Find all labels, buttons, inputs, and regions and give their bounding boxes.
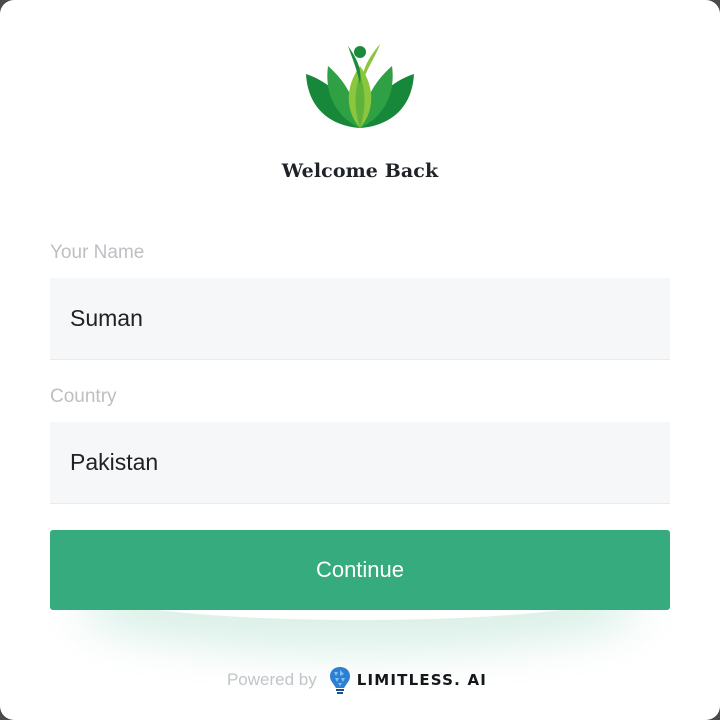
lotus-leaf-icon xyxy=(306,44,414,128)
continue-button[interactable]: Continue xyxy=(50,530,670,610)
country-input[interactable] xyxy=(50,422,670,503)
country-field-box xyxy=(50,422,670,504)
name-input[interactable] xyxy=(50,278,670,359)
country-label: Country xyxy=(50,386,117,407)
login-card: Welcome Back Your Name Country Continue … xyxy=(0,0,720,720)
name-field-box xyxy=(50,278,670,360)
name-label: Your Name xyxy=(50,242,145,263)
lightbulb-icon xyxy=(329,667,350,694)
brand-name: LIMITLESS. AI xyxy=(356,671,488,689)
footer: Powered by LIMITLESS. AI xyxy=(0,664,720,696)
powered-by-text: Powered by xyxy=(226,670,317,689)
page-title: Welcome Back xyxy=(281,160,439,182)
